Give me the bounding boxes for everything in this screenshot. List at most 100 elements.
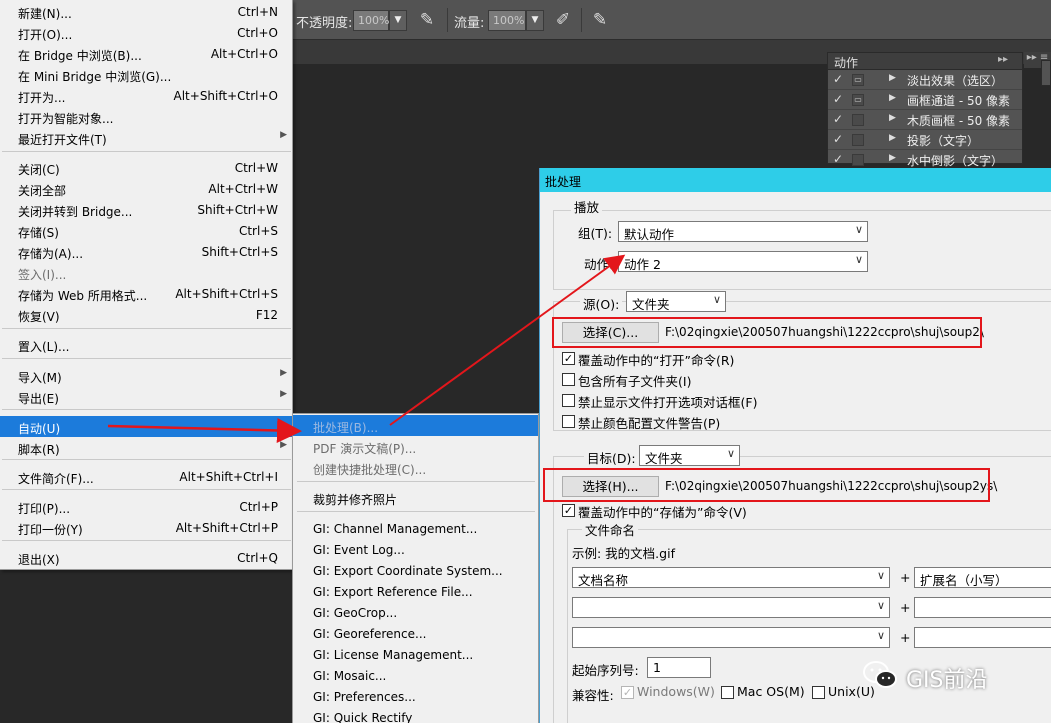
automate-menu-item[interactable]: 创建快捷批处理(C)... bbox=[293, 457, 538, 478]
check-icon[interactable]: ✓ bbox=[833, 112, 843, 126]
naming-field-4[interactable] bbox=[914, 597, 1051, 618]
flow-dropdown-icon[interactable]: ▼ bbox=[526, 10, 544, 31]
file-menu-item[interactable]: 存储(S) Ctrl+S bbox=[0, 220, 293, 241]
airbrush-icon[interactable]: ✐ bbox=[553, 10, 573, 30]
naming-field-6[interactable] bbox=[914, 627, 1051, 648]
dialog-toggle-icon[interactable]: ▭ bbox=[852, 74, 864, 86]
file-menu-item[interactable]: 签入(I)... bbox=[0, 262, 293, 283]
file-menu-item[interactable]: 自动(U) ▶ bbox=[0, 416, 293, 437]
naming-field-2[interactable]: 扩展名（小写） bbox=[914, 567, 1051, 588]
automate-menu-item[interactable]: GI: Export Coordinate System... bbox=[293, 560, 538, 581]
menu-item-label: 脚本(R) bbox=[18, 443, 60, 457]
file-menu-item[interactable]: 置入(L)... bbox=[0, 334, 293, 355]
menu-separator bbox=[2, 459, 291, 460]
source-option-checkbox[interactable] bbox=[562, 415, 575, 428]
menu-item-label: GI: Export Reference File... bbox=[313, 585, 473, 599]
naming-field-5[interactable]: ∨ bbox=[572, 627, 890, 648]
compat-unix-checkbox[interactable] bbox=[812, 686, 825, 699]
override-save-as-checkbox[interactable]: ✓ bbox=[562, 504, 575, 517]
action-row[interactable]: ✓ ▶ 木质画框 - 50 像素 bbox=[828, 110, 1022, 130]
dialog-toggle-icon[interactable] bbox=[852, 154, 864, 166]
file-menu-item[interactable]: 新建(N)... Ctrl+N bbox=[0, 1, 293, 22]
dialog-titlebar[interactable]: 批处理 bbox=[540, 168, 1051, 192]
file-menu-item[interactable]: 导出(E) ▶ bbox=[0, 386, 293, 407]
file-menu-item[interactable]: 退出(X) Ctrl+Q bbox=[0, 547, 293, 568]
file-menu-item[interactable]: 关闭(C) Ctrl+W bbox=[0, 157, 293, 178]
file-menu-item[interactable]: 打开为智能对象... bbox=[0, 106, 293, 127]
file-menu-item[interactable]: 脚本(R) ▶ bbox=[0, 437, 293, 458]
file-menu-item[interactable]: 在 Mini Bridge 中浏览(G)... bbox=[0, 64, 293, 85]
menu-item-label: 文件简介(F)... bbox=[18, 472, 94, 486]
file-menu-item[interactable]: 存储为 Web 所用格式... Alt+Shift+Ctrl+S bbox=[0, 283, 293, 304]
automate-menu-item[interactable]: GI: License Management... bbox=[293, 644, 538, 665]
automate-menu-item[interactable]: GI: Event Log... bbox=[293, 539, 538, 560]
panel-dock-icon[interactable] bbox=[1041, 60, 1051, 86]
naming-field-3[interactable]: ∨ bbox=[572, 597, 890, 618]
file-menu-item[interactable]: 导入(M) ▶ bbox=[0, 365, 293, 386]
action-row[interactable]: ✓ ▭ ▶ 画框通道 - 50 像素 bbox=[828, 90, 1022, 110]
chevron-down-icon: ∨ bbox=[854, 253, 863, 266]
automate-menu-item[interactable]: GI: Mosaic... bbox=[293, 665, 538, 686]
automate-menu-item[interactable]: GI: Channel Management... bbox=[293, 518, 538, 539]
actions-panel-title[interactable]: 动作 bbox=[834, 54, 858, 71]
file-menu-item[interactable]: 在 Bridge 中浏览(B)... Alt+Ctrl+O bbox=[0, 43, 293, 64]
menu-item-shortcut: Ctrl+O bbox=[237, 26, 278, 40]
compat-macos-checkbox[interactable] bbox=[721, 686, 734, 699]
file-menu-item[interactable]: 文件简介(F)... Alt+Shift+Ctrl+I bbox=[0, 466, 293, 487]
file-menu-item[interactable]: 打印一份(Y) Alt+Shift+Ctrl+P bbox=[0, 517, 293, 538]
action-row[interactable]: ✓ ▶ 投影（文字） bbox=[828, 130, 1022, 150]
automate-menu-item[interactable]: GI: Preferences... bbox=[293, 686, 538, 707]
collapse-icon[interactable]: ▸▸ bbox=[998, 54, 1008, 65]
menu-item-shortcut: Ctrl+S bbox=[238, 224, 278, 238]
file-menu-item[interactable]: 关闭并转到 Bridge... Shift+Ctrl+W bbox=[0, 199, 293, 220]
automate-menu-item[interactable]: GI: Quick Rectify bbox=[293, 707, 538, 723]
dialog-toggle-icon[interactable]: ▭ bbox=[852, 94, 864, 106]
expand-triangle-icon[interactable]: ▶ bbox=[889, 113, 896, 123]
dialog-toggle-icon[interactable] bbox=[852, 114, 864, 126]
airbrush-pressure-icon[interactable]: ✎ bbox=[417, 10, 437, 30]
file-menu-item[interactable]: 打开(O)... Ctrl+O bbox=[0, 22, 293, 43]
source-select[interactable]: 文件夹 ∨ bbox=[626, 291, 726, 312]
set-select[interactable]: 默认动作 ∨ bbox=[618, 221, 868, 242]
file-menu-item[interactable]: 存储为(A)... Shift+Ctrl+S bbox=[0, 241, 293, 262]
serial-input[interactable]: 1 bbox=[647, 657, 711, 678]
file-menu-item[interactable]: 最近打开文件(T) ▶ bbox=[0, 127, 293, 148]
automate-menu-item[interactable]: GI: Georeference... bbox=[293, 623, 538, 644]
automate-menu-item[interactable]: GI: GeoCrop... bbox=[293, 602, 538, 623]
expand-triangle-icon[interactable]: ▶ bbox=[889, 153, 896, 163]
file-menu-item[interactable]: 恢复(V) F12 bbox=[0, 304, 293, 325]
tablet-pressure-icon[interactable]: ✎ bbox=[590, 10, 610, 30]
menu-item-label: 最近打开文件(T) bbox=[18, 133, 107, 147]
opacity-field[interactable]: 100% bbox=[353, 10, 389, 31]
source-option-checkbox[interactable]: ✓ bbox=[562, 352, 575, 365]
opacity-dropdown-icon[interactable]: ▼ bbox=[389, 10, 407, 31]
action-row[interactable]: ✓ ▶ 水中倒影（文字） bbox=[828, 150, 1022, 170]
destination-select[interactable]: 文件夹 ∨ bbox=[639, 445, 740, 466]
flow-field[interactable]: 100% bbox=[488, 10, 526, 31]
menu-item-label: 在 Bridge 中浏览(B)... bbox=[18, 49, 142, 63]
check-icon[interactable]: ✓ bbox=[833, 92, 843, 106]
dialog-toggle-icon[interactable] bbox=[852, 134, 864, 146]
expand-triangle-icon[interactable]: ▶ bbox=[889, 133, 896, 143]
file-menu-item[interactable]: 关闭全部 Alt+Ctrl+W bbox=[0, 178, 293, 199]
file-menu-item[interactable]: 打印(P)... Ctrl+P bbox=[0, 496, 293, 517]
automate-submenu: 批处理(B)... PDF 演示文稿(P)... 创建快捷批处理(C)... 裁剪并修… bbox=[292, 413, 539, 723]
automate-menu-item[interactable]: 批处理(B)... bbox=[293, 415, 538, 436]
file-menu-item[interactable]: 打开为... Alt+Shift+Ctrl+O bbox=[0, 85, 293, 106]
source-option-checkbox[interactable] bbox=[562, 394, 575, 407]
action-select[interactable]: 动作 2 ∨ bbox=[618, 251, 868, 272]
expand-triangle-icon[interactable]: ▶ bbox=[889, 73, 896, 83]
check-icon[interactable]: ✓ bbox=[833, 132, 843, 146]
check-icon[interactable]: ✓ bbox=[833, 72, 843, 86]
action-row[interactable]: ✓ ▭ ▶ 淡出效果（选区） bbox=[828, 70, 1022, 90]
expand-triangle-icon[interactable]: ▶ bbox=[889, 93, 896, 103]
check-icon[interactable]: ✓ bbox=[833, 152, 843, 166]
compat-windows-checkbox[interactable]: ✓ bbox=[621, 686, 634, 699]
automate-menu-item[interactable]: PDF 演示文稿(P)... bbox=[293, 436, 538, 457]
automate-menu-item[interactable]: GI: Export Reference File... bbox=[293, 581, 538, 602]
source-option-checkbox[interactable] bbox=[562, 373, 575, 386]
automate-menu-item[interactable]: 裁剪并修齐照片 bbox=[293, 487, 538, 508]
annotation-source-box bbox=[552, 317, 982, 348]
naming-field-1[interactable]: 文档名称 ∨ bbox=[572, 567, 890, 588]
chevron-down-icon: ∨ bbox=[876, 569, 885, 582]
